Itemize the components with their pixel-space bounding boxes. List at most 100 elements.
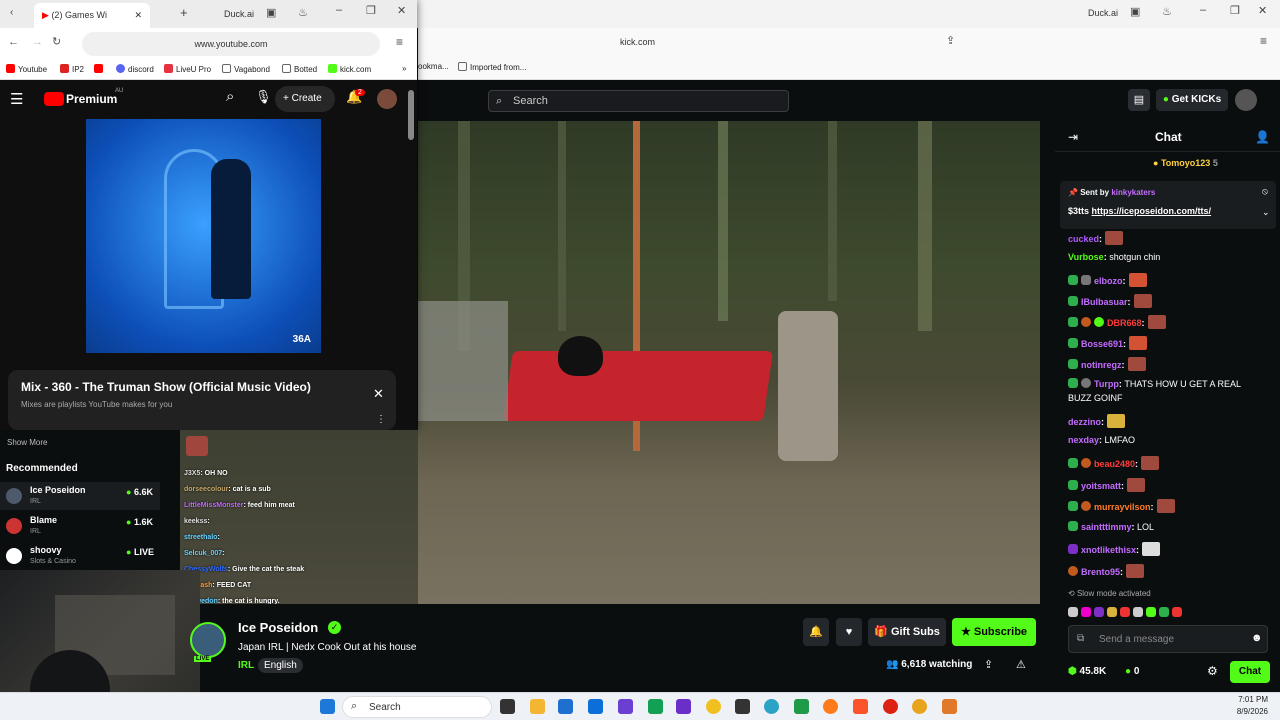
pinned-link[interactable]: https://iceposeidon.com/tts/ [1092, 206, 1212, 216]
chat-message[interactable]: dezzino: [1068, 414, 1125, 428]
brave-icon[interactable] [853, 699, 868, 714]
app-icon[interactable] [942, 699, 957, 714]
scrollbar[interactable] [408, 90, 414, 140]
windows-start-icon[interactable] [320, 699, 335, 714]
channel-item[interactable]: shoovy Slots & Casino ● LIVE [0, 542, 160, 570]
reload-icon[interactable]: ↻ [52, 35, 61, 48]
task-view-icon[interactable] [500, 699, 515, 714]
yt-duckai-tab[interactable]: Duck.ai [224, 9, 254, 19]
menu-icon[interactable]: ≡ [396, 35, 403, 49]
report-icon[interactable]: ⚠ [1016, 658, 1026, 671]
outlook-icon[interactable] [588, 699, 603, 714]
gear-icon[interactable]: ⚙ [1207, 664, 1218, 678]
chat-message[interactable]: cucked: [1068, 231, 1124, 245]
sidebar-toggle-icon[interactable]: ▣ [266, 6, 276, 19]
close-window-icon[interactable]: ✕ [1258, 4, 1267, 17]
kick-tab-title[interactable]: Duck.ai [1088, 8, 1118, 18]
chat-message[interactable]: Brento95: [1068, 564, 1145, 578]
store-icon[interactable] [558, 699, 573, 714]
taskbar-search[interactable]: ⌕ Search [342, 696, 492, 718]
create-button[interactable]: + Create [275, 86, 335, 112]
users-icon[interactable]: 👤 [1255, 130, 1270, 144]
edge-icon[interactable] [764, 699, 779, 714]
chat-message[interactable]: yoitsmatt: [1068, 478, 1146, 492]
kicks-balance[interactable]: ● 0 [1125, 666, 1139, 677]
video-player[interactable] [418, 121, 1040, 604]
firefox-icon[interactable] [823, 699, 838, 714]
emoji-icon[interactable]: ☻ [1251, 632, 1263, 644]
streamer-name[interactable]: Ice Poseidon [238, 620, 318, 635]
menu-icon[interactable]: ≡ [1260, 34, 1267, 48]
collapse-chat-icon[interactable]: ⇥ [1068, 130, 1078, 144]
app-icon[interactable] [794, 699, 809, 714]
chat-message[interactable]: elbozo: [1068, 273, 1147, 287]
notification-button[interactable]: 🔔 [803, 618, 829, 646]
channel-item[interactable]: Ice Poseidon IRL ● 6.6K [0, 482, 160, 510]
avatar[interactable] [377, 89, 397, 109]
kick-address-bar[interactable]: kick.com ⇪ ≡ [418, 28, 1280, 58]
gift-subs-button[interactable]: 🎁 Gift Subs [868, 618, 946, 646]
pinned-message[interactable]: 📌 Sent by kinkykaters $3tts https://icep… [1060, 181, 1276, 229]
bookmark-red[interactable] [94, 64, 106, 74]
chat-message[interactable]: Turpp: THATS HOW U GET A REAL [1068, 378, 1241, 389]
send-chat-button[interactable]: Chat [1230, 661, 1270, 683]
app-icon[interactable] [735, 699, 750, 714]
chat-input[interactable]: ⧉ Send a message ☻ [1068, 625, 1268, 653]
minimize-icon[interactable]: – [1200, 4, 1206, 16]
chat-message[interactable]: Vurbose: shotgun chin [1068, 252, 1160, 262]
bookmark-discord[interactable]: discord [116, 64, 154, 74]
file-explorer-icon[interactable] [530, 699, 545, 714]
bookmark-ip2[interactable]: IP2 [60, 64, 84, 74]
youtube-logo-icon[interactable] [44, 92, 64, 106]
clock-date[interactable]: 8/9/2026 [1206, 707, 1268, 716]
bookmark-liveu[interactable]: LiveU Pro [164, 64, 211, 74]
mix-artwork[interactable]: 36A [86, 119, 321, 353]
dashboard-icon[interactable]: ▤ [1128, 89, 1150, 111]
record-icon[interactable] [883, 699, 898, 714]
channel-item[interactable]: Blame IRL ● 1.6K [0, 512, 160, 540]
category-link[interactable]: IRL [238, 660, 254, 671]
microphone-icon[interactable]: 🎙 [255, 89, 272, 105]
forward-icon[interactable]: → [32, 36, 43, 48]
sidebar-toggle-icon[interactable]: ▣ [1130, 5, 1140, 18]
search-icon[interactable]: ⌕ [226, 88, 234, 105]
chat-message[interactable]: xnotlikethisx: [1068, 542, 1161, 556]
chat-settings-icon[interactable]: ⧉ [1077, 633, 1084, 644]
avatar[interactable] [1235, 89, 1257, 111]
minimize-icon[interactable]: – [336, 4, 342, 16]
streamer-avatar[interactable] [190, 622, 226, 658]
chat-message[interactable]: DBR668: [1068, 315, 1166, 329]
back-icon[interactable]: ‹ [10, 7, 13, 18]
chrome-icon[interactable] [912, 699, 927, 714]
app-grid-icon[interactable] [618, 699, 633, 714]
chat-message[interactable]: lBulbasuar: [1068, 294, 1152, 308]
new-tab-icon[interactable]: + [180, 5, 188, 20]
bookmark-youtube[interactable]: Youtube [6, 64, 47, 74]
bookmark-item[interactable]: ookma... [418, 62, 449, 71]
chat-message[interactable]: Bosse691: [1068, 336, 1148, 350]
close-tab-icon[interactable]: ✕ [134, 3, 142, 28]
app-icon[interactable] [676, 699, 691, 714]
follow-button[interactable]: ♥ [836, 618, 862, 646]
back-icon[interactable]: ← [8, 36, 19, 48]
bookmark-folder[interactable]: Imported from... [458, 62, 526, 72]
chat-message[interactable]: beau2480: [1068, 456, 1160, 470]
close-icon[interactable]: ✕ [373, 386, 384, 402]
chat-message[interactable]: murrayvilson: [1068, 499, 1175, 513]
hamburger-icon[interactable]: ☰ [10, 90, 23, 108]
emote-icon[interactable] [1068, 607, 1078, 617]
more-options-icon[interactable]: ⋮ [376, 414, 386, 425]
maximize-icon[interactable]: ❐ [366, 4, 376, 17]
maximize-icon[interactable]: ❐ [1230, 4, 1240, 17]
show-more-link[interactable]: Show More [7, 438, 47, 447]
emote-bar[interactable] [1068, 603, 1278, 619]
fire-icon[interactable]: ♨ [1162, 5, 1172, 18]
chat-message[interactable]: notinregz: [1068, 357, 1146, 371]
chat-message[interactable]: nexday: LMFAO [1068, 435, 1135, 445]
subscribe-button[interactable]: ★ Subscribe [952, 618, 1036, 646]
fire-icon[interactable]: ♨ [298, 6, 308, 19]
bookmark-vagabond[interactable]: Vagabond [222, 64, 270, 74]
app-icon[interactable] [648, 699, 663, 714]
app-icon[interactable] [706, 699, 721, 714]
kick-url[interactable]: kick.com [620, 37, 655, 47]
